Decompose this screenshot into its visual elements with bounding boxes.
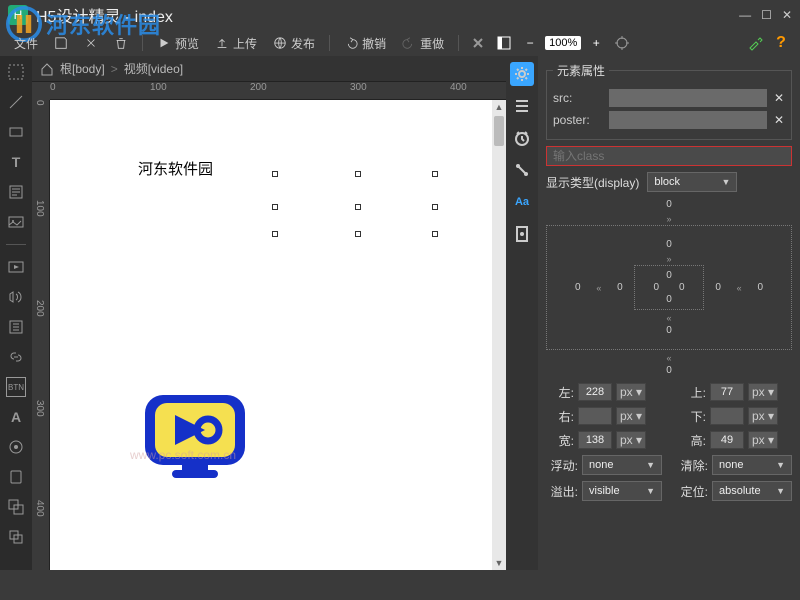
zoom-level[interactable]: 100% xyxy=(545,36,581,50)
tool-target-icon[interactable] xyxy=(611,32,633,54)
breadcrumb: 根[body] > 视频[video] xyxy=(32,56,506,82)
class-input[interactable] xyxy=(546,146,792,166)
bottom-unit[interactable]: px▾ xyxy=(748,407,778,425)
tool-button-icon[interactable]: BTN xyxy=(6,377,26,397)
midtab-doc-icon[interactable] xyxy=(510,222,534,246)
chevron-down-icon: ▼ xyxy=(721,177,730,187)
position-select[interactable]: absolute▼ xyxy=(712,481,792,501)
src-input[interactable] xyxy=(609,89,767,107)
menu-save[interactable] xyxy=(48,34,74,52)
breadcrumb-current[interactable]: 视频[video] xyxy=(124,60,183,77)
element-attrs-section: 元素属性 src:✕ poster:✕ xyxy=(546,62,792,140)
left-input[interactable] xyxy=(578,383,612,401)
canvas[interactable]: 河东软件园 www.pc.soft.com.cn xyxy=(50,100,492,570)
selection-box[interactable] xyxy=(275,174,435,234)
tool-group-icon[interactable] xyxy=(6,497,26,517)
width-unit[interactable]: px▾ xyxy=(616,431,646,449)
ruler-vertical: 0 100 200 300 400 xyxy=(32,100,50,570)
canvas-logo-icon[interactable] xyxy=(140,390,250,480)
width-input[interactable] xyxy=(578,431,612,449)
scroll-down-icon: ▼ xyxy=(492,556,506,570)
tool-audio-icon[interactable] xyxy=(6,287,26,307)
right-unit[interactable]: px▾ xyxy=(616,407,646,425)
midtab-list-icon[interactable] xyxy=(510,94,534,118)
menu-trash[interactable] xyxy=(108,34,134,52)
top-unit[interactable]: px▾ xyxy=(748,383,778,401)
home-icon[interactable] xyxy=(40,62,54,76)
float-select[interactable]: none▼ xyxy=(582,455,662,475)
poster-clear-icon[interactable]: ✕ xyxy=(773,113,785,127)
box-model[interactable]: 0 » 0 » 0« 0 0 00 0 0 «0 « 0 xyxy=(546,198,792,377)
tool-panel-icon[interactable] xyxy=(493,32,515,54)
tool-copy-icon[interactable] xyxy=(6,527,26,547)
tool-image-icon[interactable] xyxy=(6,212,26,232)
tool-line-icon[interactable] xyxy=(6,92,26,112)
height-unit[interactable]: px▾ xyxy=(748,431,778,449)
src-clear-icon[interactable]: ✕ xyxy=(773,91,785,105)
left-unit[interactable]: px▾ xyxy=(616,383,646,401)
maximize-icon[interactable]: ☐ xyxy=(761,8,772,22)
bottom-input[interactable] xyxy=(710,407,744,425)
close-icon[interactable]: ✕ xyxy=(782,8,792,22)
tool-x-icon[interactable] xyxy=(467,32,489,54)
minimize-icon[interactable]: — xyxy=(739,8,751,22)
tool-target2-icon[interactable] xyxy=(6,437,26,457)
properties-panel: 元素属性 src:✕ poster:✕ 显示类型(display) block▼… xyxy=(538,56,800,570)
menu-file[interactable]: 文件 xyxy=(8,33,44,54)
midtab-flow-icon[interactable] xyxy=(510,158,534,182)
menubar: 文件 预览 上传 发布 撤销 重做 − 100% + ? xyxy=(0,30,800,56)
midtab-settings-icon[interactable] xyxy=(510,62,534,86)
tool-rect-icon[interactable] xyxy=(6,122,26,142)
midtab-clock-icon[interactable] xyxy=(510,126,534,150)
breadcrumb-root[interactable]: 根[body] xyxy=(60,60,105,77)
poster-input[interactable] xyxy=(609,111,767,129)
overflow-select[interactable]: visible▼ xyxy=(582,481,662,501)
display-select[interactable]: block▼ xyxy=(647,172,737,192)
tool-link-icon[interactable] xyxy=(6,347,26,367)
vertical-scrollbar[interactable]: ▲ ▼ xyxy=(492,100,506,570)
right-input[interactable] xyxy=(578,407,612,425)
menu-preview[interactable]: 预览 xyxy=(151,33,205,54)
tool-note-icon[interactable] xyxy=(6,182,26,202)
zoom-out-icon[interactable]: − xyxy=(519,32,541,54)
mid-toolbar: Aa xyxy=(506,56,538,570)
eyedropper-icon[interactable] xyxy=(744,32,766,54)
ruler-horizontal: 0 100 200 300 400 xyxy=(50,82,506,100)
menu-cut[interactable] xyxy=(78,34,104,52)
menu-publish[interactable]: 发布 xyxy=(267,33,321,54)
tool-device-icon[interactable] xyxy=(6,467,26,487)
canvas-watermark: www.pc.soft.com.cn xyxy=(130,448,236,462)
tool-select-icon[interactable] xyxy=(6,62,26,82)
zoom-in-icon[interactable]: + xyxy=(585,32,607,54)
height-input[interactable] xyxy=(710,431,744,449)
scroll-up-icon: ▲ xyxy=(492,100,506,114)
midtab-aa-icon[interactable]: Aa xyxy=(510,190,534,214)
menu-upload[interactable]: 上传 xyxy=(209,33,263,54)
help-icon[interactable]: ? xyxy=(770,32,792,54)
tool-a-icon[interactable]: A xyxy=(6,407,26,427)
menu-redo[interactable]: 重做 xyxy=(396,33,450,54)
tool-list-icon[interactable] xyxy=(6,317,26,337)
menu-undo[interactable]: 撤销 xyxy=(338,33,392,54)
clear-select[interactable]: none▼ xyxy=(712,455,792,475)
tool-video-icon[interactable] xyxy=(6,257,26,277)
top-input[interactable] xyxy=(710,383,744,401)
left-toolbar: T BTN A xyxy=(0,56,32,570)
canvas-text[interactable]: 河东软件园 xyxy=(138,158,213,179)
tool-text-icon[interactable]: T xyxy=(6,152,26,172)
